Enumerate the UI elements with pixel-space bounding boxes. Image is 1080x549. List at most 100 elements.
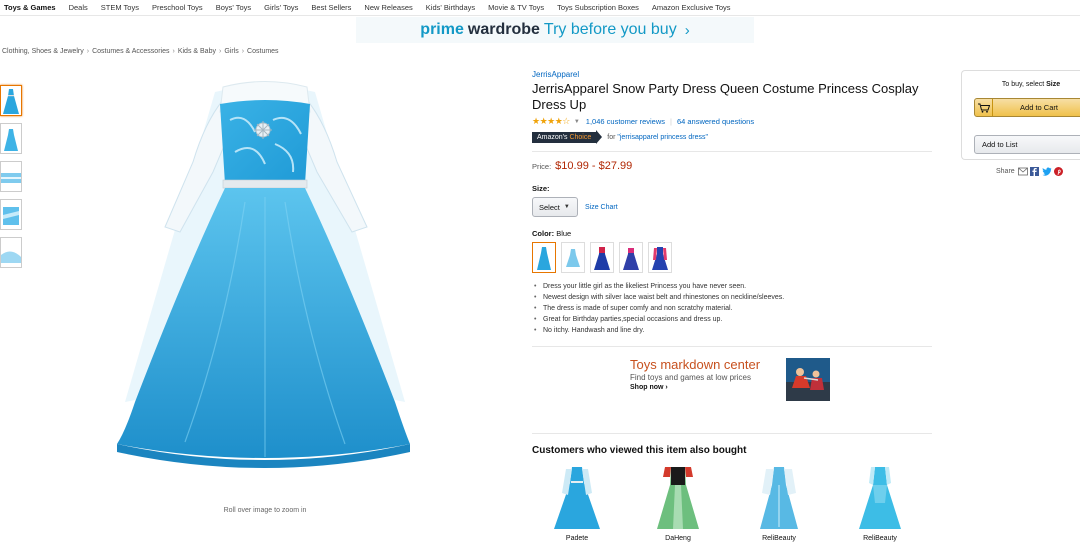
also-bought-item[interactable]: Padete (542, 463, 612, 542)
chevron-right-icon: › (684, 21, 690, 39)
breadcrumb-costumes[interactable]: Costumes (247, 48, 279, 55)
swatch-pink[interactable] (648, 242, 672, 273)
zoom-hint: Roll over image to zoom in (223, 507, 307, 514)
color-swatches (532, 242, 932, 273)
breadcrumb-kids-baby[interactable]: Kids & Baby (178, 48, 216, 55)
nav-item-subscription-boxes[interactable]: Toys Subscription Boxes (557, 3, 639, 12)
choice-query: for "jerrisapparel princess dress" (607, 134, 708, 141)
email-icon[interactable] (1017, 167, 1028, 176)
nav-item-new-releases[interactable]: New Releases (364, 3, 412, 12)
swatch-blue[interactable] (532, 242, 556, 273)
choice-for-text: for (607, 133, 616, 141)
also-bought-item[interactable]: DaHeng (643, 463, 713, 542)
swatch-light-blue[interactable] (561, 242, 585, 273)
share-row: Share (996, 167, 1063, 176)
size-select-value: Select (539, 202, 560, 212)
add-to-cart-label: Add to Cart (1020, 103, 1058, 112)
nav-item-deals[interactable]: Deals (69, 3, 88, 12)
size-select[interactable]: Select ▼ (532, 197, 578, 217)
nav-item-amazon-exclusive[interactable]: Amazon Exclusive Toys (652, 3, 731, 12)
also-bought-section: Customers who viewed this item also boug… (532, 445, 932, 542)
brand-link[interactable]: JerrisApparel (532, 70, 932, 79)
nav-item-stem-toys[interactable]: STEM Toys (101, 3, 139, 12)
to-buy-hint: To buy, select Size (962, 81, 1080, 88)
size-chart-link[interactable]: Size Chart (585, 204, 618, 211)
also-bought-item-name[interactable]: ReliBeauty (744, 535, 814, 542)
price-row: Price: $10.99 - $27.99 (532, 160, 932, 172)
rating-row: ★★★★☆ ▼ 1,046 customer reviews | 64 answ… (532, 116, 932, 127)
banner-word-wardrobe: wardrobe (467, 21, 540, 38)
price-value: $10.99 - $27.99 (555, 160, 633, 172)
breadcrumb: Clothing, Shoes & Jewelry › Costumes & A… (2, 48, 279, 55)
section-divider (532, 151, 932, 152)
also-bought-item-name[interactable]: Padete (542, 535, 612, 542)
nav-item-kids-birthdays[interactable]: Kids' Birthdays (426, 3, 475, 12)
toys-markdown-ad[interactable]: Toys markdown center Find toys and games… (630, 357, 840, 403)
breadcrumb-clothing[interactable]: Clothing, Shoes & Jewelry (2, 48, 84, 55)
color-row: Color: Blue (532, 229, 932, 238)
size-row: Select ▼ Size Chart (532, 197, 932, 217)
thumbnail-strip (0, 85, 23, 275)
nav-item-preschool-toys[interactable]: Preschool Toys (152, 3, 203, 12)
also-bought-item[interactable]: ReliBeauty (845, 463, 915, 542)
also-bought-heading: Customers who viewed this item also boug… (532, 445, 747, 456)
amazons-choice-badge: Amazon's Choice (532, 131, 597, 143)
buy-box: To buy, select Size Add to Cart Add to L… (961, 70, 1080, 160)
thumbnail-1[interactable] (0, 85, 22, 116)
breadcrumb-separator: › (172, 48, 175, 55)
nav-item-movie-tv-toys[interactable]: Movie & TV Toys (488, 3, 544, 12)
also-bought-item[interactable]: ReliBeauty (744, 463, 814, 542)
breadcrumb-girls[interactable]: Girls (224, 48, 238, 55)
choice-amazon-text: Amazon's (537, 133, 568, 141)
ad-image[interactable] (786, 358, 830, 401)
also-bought-item-name[interactable]: DaHeng (643, 535, 713, 542)
badge-tail (596, 130, 603, 144)
to-buy-size: Size (1046, 81, 1061, 88)
cart-icon (975, 99, 993, 116)
product-title: JerrisApparel Snow Party Dress Queen Cos… (532, 81, 919, 112)
breadcrumb-costumes-accessories[interactable]: Costumes & Accessories (92, 48, 169, 55)
star-rating-icon[interactable]: ★★★★☆ (532, 116, 570, 127)
reviews-link[interactable]: 1,046 customer reviews (586, 117, 665, 126)
to-buy-text: To buy, select (1001, 81, 1045, 88)
thumbnail-2[interactable] (0, 123, 22, 154)
thumbnail-5[interactable] (0, 237, 22, 268)
thumbnail-4[interactable] (0, 199, 22, 230)
size-label: Size: (532, 184, 550, 193)
questions-link[interactable]: 64 answered questions (677, 117, 754, 126)
prime-wardrobe-banner[interactable]: prime wardrobe Try before you buy › (356, 17, 754, 43)
nav-item-girls-toys[interactable]: Girls' Toys (264, 3, 298, 12)
price-label: Price: (532, 162, 552, 171)
feature-bullet: Newest design with silver lace waist bel… (532, 294, 932, 301)
breadcrumb-separator: › (218, 48, 222, 55)
nav-item-boys-toys[interactable]: Boys' Toys (216, 3, 251, 12)
thumbnail-3[interactable] (0, 161, 22, 192)
section-divider (532, 346, 932, 347)
feature-bullet: The dress is made of super comfy and non… (532, 305, 932, 312)
chevron-down-icon: ▼ (563, 204, 570, 210)
feature-bullet: Great for Birthday parties,special occas… (532, 316, 932, 323)
feature-bullets: Dress your little girl as the likeliest … (532, 283, 932, 334)
nav-item-best-sellers[interactable]: Best Sellers (311, 3, 351, 12)
banner-tagline: Try before you buy (543, 21, 677, 38)
choice-query-link[interactable]: "jerrisapparel princess dress" (617, 134, 708, 141)
amazons-choice-row: Amazon's Choice for "jerrisapparel princ… (532, 130, 932, 144)
share-label: Share (996, 168, 1015, 175)
breadcrumb-separator: › (86, 48, 90, 55)
also-bought-item-name[interactable]: ReliBeauty (845, 535, 915, 542)
swatch-purple[interactable] (619, 242, 643, 273)
main-product-image[interactable] (105, 72, 425, 500)
color-label: Color: (532, 229, 555, 238)
swatch-navy[interactable] (590, 242, 614, 273)
chevron-down-icon[interactable]: ▼ (574, 119, 580, 125)
add-to-list-button[interactable]: Add to List (974, 135, 1080, 154)
color-value: Blue (556, 229, 572, 238)
nav-item-toys-games[interactable]: Toys & Games (4, 3, 56, 12)
banner-word-prime: prime (420, 21, 464, 38)
pinterest-icon[interactable] (1053, 167, 1063, 176)
facebook-icon[interactable] (1029, 167, 1039, 176)
add-to-cart-button[interactable]: Add to Cart (974, 98, 1080, 117)
choice-word-text: Choice (569, 133, 592, 141)
twitter-icon[interactable] (1041, 167, 1052, 176)
divider: | (670, 117, 672, 126)
